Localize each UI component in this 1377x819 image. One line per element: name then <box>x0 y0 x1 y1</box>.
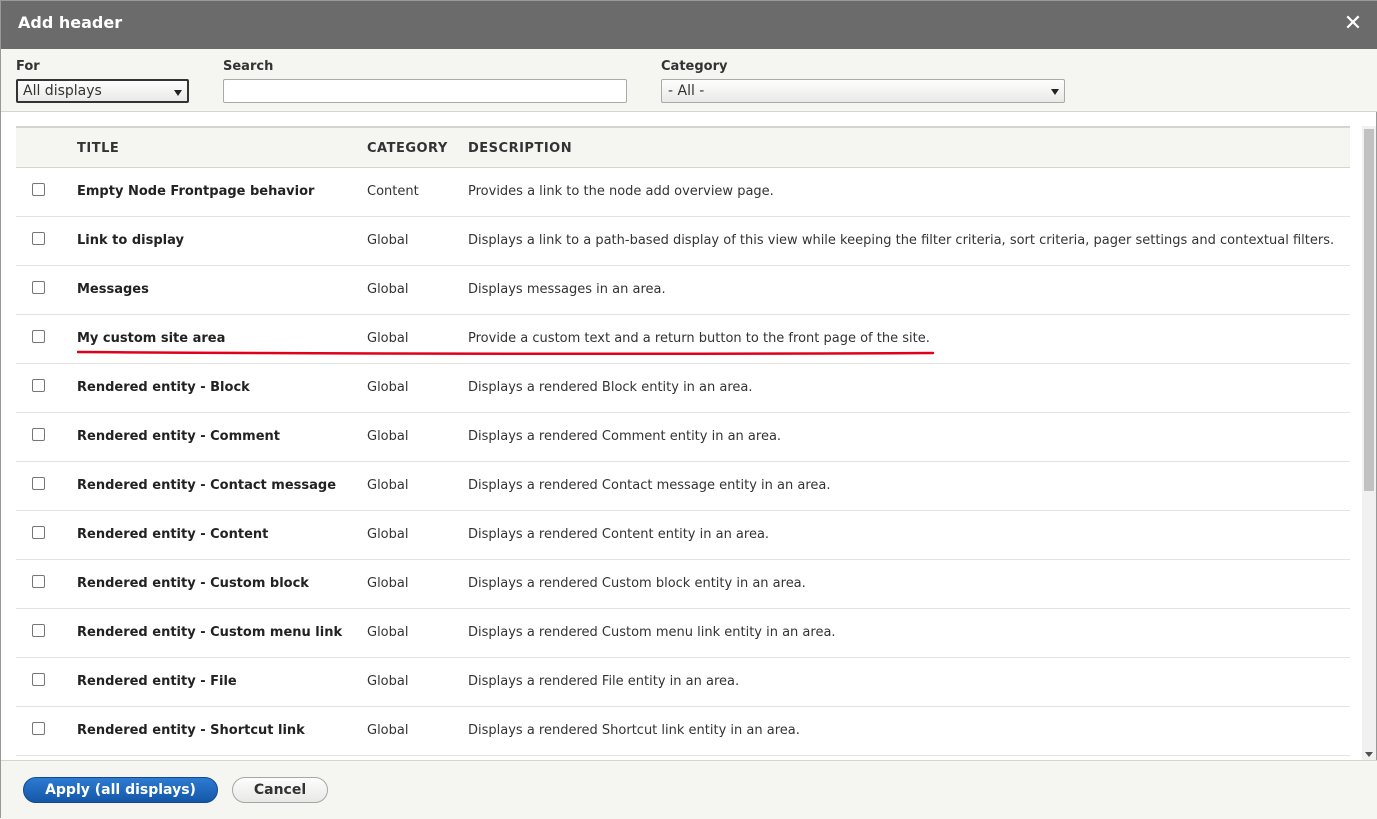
row-category: Global <box>367 527 409 542</box>
row-description: Displays a rendered File entity in an ar… <box>468 674 740 689</box>
column-header-description: DESCRIPTION <box>468 141 573 156</box>
add-header-dialog: Add header ✕ For All displays Search Cat… <box>0 0 1377 819</box>
row-checkbox[interactable] <box>32 575 45 588</box>
row-description: Displays messages in an area. <box>468 282 666 297</box>
table-row: Rendered entity - Content Global Displays … <box>16 511 1350 560</box>
row-description: Displays a rendered Content entity in an… <box>468 527 770 542</box>
table-row: Rendered entity - Comment Global Displays … <box>16 413 1350 462</box>
dialog-titlebar: Add header ✕ <box>1 1 1377 49</box>
row-checkbox[interactable] <box>32 232 45 245</box>
row-description: Provide a custom text and a return butto… <box>468 331 930 346</box>
row-category: Global <box>367 331 409 346</box>
row-description: Displays a rendered Comment entity in an… <box>468 429 782 444</box>
row-checkbox[interactable] <box>32 183 45 196</box>
row-description: Displays a rendered Shortcut link entity… <box>468 723 800 738</box>
row-checkbox[interactable] <box>32 624 45 637</box>
scrollbar-thumb[interactable] <box>1364 129 1374 491</box>
table-header: TITLE CATEGORY DESCRIPTION <box>16 126 1350 168</box>
row-category: Global <box>367 282 409 297</box>
highlight-stroke <box>77 350 935 356</box>
row-description: Displays a link to a path-based display … <box>468 233 1335 248</box>
row-title: My custom site area <box>77 331 226 346</box>
row-title: Empty Node Frontpage behavior <box>77 184 315 199</box>
row-title: Link to display <box>77 233 184 248</box>
column-header-category: CATEGORY <box>367 141 448 156</box>
row-description: Displays a rendered Custom menu link ent… <box>468 625 836 640</box>
row-checkbox[interactable] <box>32 379 45 392</box>
row-category: Global <box>367 723 409 738</box>
search-label: Search <box>223 59 274 74</box>
row-checkbox[interactable] <box>32 673 45 686</box>
cancel-button[interactable]: Cancel <box>232 777 328 803</box>
row-title: Rendered entity - Custom menu link <box>77 625 343 640</box>
apply-button[interactable]: Apply (all displays) <box>23 777 218 803</box>
search-input[interactable] <box>223 79 627 103</box>
category-label: Category <box>661 59 728 74</box>
highlight-underline <box>77 350 935 356</box>
table-row: Rendered entity - Custom block Global Disp… <box>16 560 1350 609</box>
row-description: Displays a rendered Block entity in an a… <box>468 380 753 395</box>
for-select[interactable]: All displays <box>16 79 189 103</box>
row-checkbox[interactable] <box>32 722 45 735</box>
row-checkbox[interactable] <box>32 281 45 294</box>
filter-bar: For All displays Search Category - All - <box>1 49 1377 112</box>
table-scrollbar[interactable] <box>1362 126 1376 760</box>
table-row: Messages Global Displays messages in an ar… <box>16 266 1350 315</box>
chevron-down-icon <box>174 90 182 96</box>
row-category: Global <box>367 625 409 640</box>
category-select[interactable]: - All - <box>661 79 1065 103</box>
row-title: Rendered entity - Block <box>77 380 250 395</box>
row-title: Rendered entity - Contact message <box>77 478 337 493</box>
chevron-down-icon <box>1051 89 1059 95</box>
column-header-title: TITLE <box>77 141 120 156</box>
table-row: Rendered entity - Contact message Global D… <box>16 462 1350 511</box>
category-select-value: - All - <box>668 83 705 99</box>
table-row: My custom site area Global Provide a custo… <box>16 315 1350 364</box>
row-category: Global <box>367 478 409 493</box>
for-label: For <box>16 59 40 74</box>
row-category: Global <box>367 380 409 395</box>
row-checkbox[interactable] <box>32 526 45 539</box>
dialog-footer: Apply (all displays) Cancel <box>1 760 1377 819</box>
row-checkbox[interactable] <box>32 428 45 441</box>
row-category: Global <box>367 674 409 689</box>
row-title: Rendered entity - Shortcut link <box>77 723 305 738</box>
row-category: Global <box>367 429 409 444</box>
row-description: Displays a rendered Contact message enti… <box>468 478 831 493</box>
table-row: Rendered entity - Shortcut link Global Dis… <box>16 707 1350 756</box>
row-checkbox[interactable] <box>32 330 45 343</box>
row-description: Provides a link to the node add overview… <box>468 184 774 199</box>
row-title: Rendered entity - Custom block <box>77 576 309 591</box>
table-row: Empty Node Frontpage behavior Content Prov… <box>16 168 1350 217</box>
table-row: Rendered entity - Custom menu link Global… <box>16 609 1350 658</box>
row-title: Messages <box>77 282 149 297</box>
row-description: Displays a rendered Custom block entity … <box>468 576 806 591</box>
table-row: Link to display Global Displays a link to … <box>16 217 1350 266</box>
for-select-value: All displays <box>23 83 102 99</box>
table-row: Rendered entity - Block Global Displays a … <box>16 364 1350 413</box>
row-category: Global <box>367 233 409 248</box>
handlers-table: TITLE CATEGORY DESCRIPTION Empty Node Fr… <box>16 126 1350 760</box>
row-title: Rendered entity - File <box>77 674 237 689</box>
row-category: Global <box>367 576 409 591</box>
row-title: Rendered entity - Comment <box>77 429 280 444</box>
row-category: Content <box>367 184 419 199</box>
close-icon[interactable]: ✕ <box>1342 11 1364 37</box>
scroll-down-icon[interactable] <box>1365 752 1373 757</box>
row-title: Rendered entity - Content <box>77 527 269 542</box>
row-checkbox[interactable] <box>32 477 45 490</box>
dialog-title: Add header <box>18 13 123 32</box>
table-row: Rendered entity - File Global Displays a r… <box>16 658 1350 707</box>
